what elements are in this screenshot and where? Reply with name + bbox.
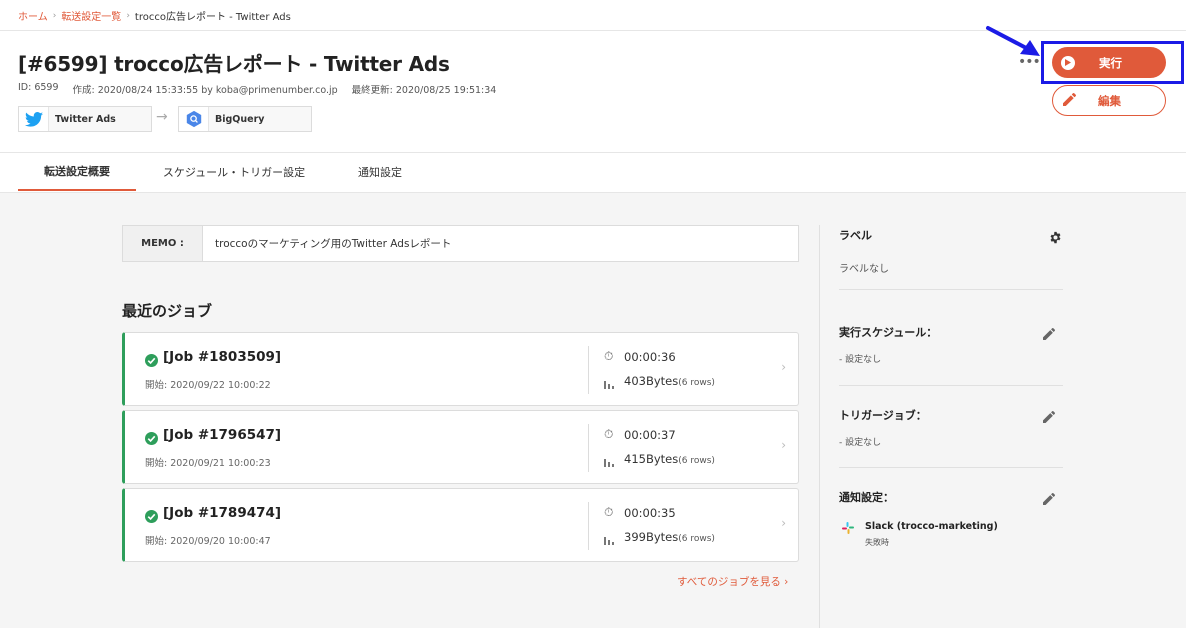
sidebar-divider	[819, 225, 820, 628]
job-card[interactable]: [Job #1796547] 開始: 2020/09/21 10:00:23 ⏱…	[122, 410, 799, 484]
meta-id: ID: 6599	[18, 82, 59, 93]
label-title: ラベル	[839, 229, 872, 242]
chevron-right-icon: ›	[781, 360, 786, 374]
stopwatch-icon: ⏱	[604, 427, 614, 441]
breadcrumb-separator-icon: ›	[52, 10, 57, 21]
job-bytes-value: 403Bytes	[624, 374, 679, 388]
job-title: [Job #1796547]	[163, 427, 282, 443]
meta-updated: 最終更新: 2020/08/25 19:51:34	[351, 85, 497, 96]
bar-chart-icon	[604, 530, 615, 549]
tab-bar: 転送設定概要 スケジュール・トリガー設定 通知設定	[18, 153, 428, 192]
meta-info: ID: 6599 作成: 2020/08/24 15:33:55 by koba…	[18, 82, 496, 96]
job-divider	[588, 424, 589, 472]
chevron-right-icon: ›	[781, 516, 786, 530]
source-connector[interactable]: Twitter Ads	[18, 106, 152, 132]
schedule-edit-pencil-icon[interactable]	[1043, 325, 1055, 344]
sidebar-hr	[839, 467, 1063, 468]
edit-button[interactable]: 編集	[1052, 85, 1166, 116]
job-card[interactable]: [Job #1803509] 開始: 2020/09/22 10:00:22 ⏱…	[122, 332, 799, 406]
bar-chart-icon	[604, 452, 615, 471]
schedule-title: 実行スケジュール：	[839, 326, 938, 339]
gear-icon[interactable]	[1049, 229, 1062, 248]
notify-title: 通知設定：	[839, 491, 894, 504]
run-button[interactable]: 実行	[1052, 47, 1166, 78]
job-title: [Job #1789474]	[163, 505, 282, 521]
notify-channel-name: Slack (trocco-marketing)	[865, 521, 998, 532]
job-start-time: 開始: 2020/09/21 10:00:23	[145, 458, 271, 469]
trigger-edit-pencil-icon[interactable]	[1043, 408, 1055, 427]
job-duration: 00:00:35	[624, 506, 676, 520]
destination-connector[interactable]: BigQuery	[178, 106, 312, 132]
sidebar-hr	[839, 385, 1063, 386]
recent-jobs-title: 最近のジョブ	[122, 302, 213, 320]
twitter-icon	[19, 107, 49, 131]
memo-label: MEMO :	[123, 226, 203, 261]
job-duration: 00:00:37	[624, 428, 676, 442]
breadcrumb-home-link[interactable]: ホーム	[18, 8, 48, 23]
tab-schedule-trigger[interactable]: スケジュール・トリガー設定	[136, 153, 332, 191]
check-circle-icon	[145, 508, 158, 527]
job-rows: (6 rows)	[678, 534, 715, 544]
trigger-value: - 設定なし	[839, 438, 882, 448]
breadcrumb-current: trocco広告レポート - Twitter Ads	[134, 12, 291, 23]
bigquery-icon	[179, 107, 209, 131]
edit-button-label: 編集	[1098, 95, 1121, 108]
arrow-right-icon: →	[156, 109, 168, 125]
breadcrumb: ホーム › 転送設定一覧 › trocco広告レポート - Twitter Ad…	[18, 8, 291, 24]
label-value: ラベルなし	[839, 264, 889, 275]
job-start-time: 開始: 2020/09/22 10:00:22	[145, 380, 271, 391]
schedule-value: - 設定なし	[839, 355, 882, 365]
run-button-label: 実行	[1099, 57, 1122, 70]
notify-condition: 失敗時	[865, 538, 889, 547]
sidebar-hr	[839, 289, 1063, 290]
breadcrumb-list-link[interactable]: 転送設定一覧	[61, 8, 121, 23]
memo-text: troccoのマーケティング用のTwitter Adsレポート	[215, 238, 452, 250]
pencil-icon	[1063, 92, 1076, 109]
meta-created: 作成: 2020/08/24 15:33:55 by koba@primenum…	[72, 85, 338, 96]
check-circle-icon	[145, 430, 158, 449]
bar-chart-icon	[604, 374, 615, 393]
job-rows: (6 rows)	[678, 456, 715, 466]
job-divider	[588, 502, 589, 550]
tab-overview[interactable]: 転送設定概要	[18, 153, 136, 191]
see-all-jobs-link[interactable]: すべてのジョブを見る ›	[677, 574, 788, 589]
job-bytes: 415Bytes(6 rows)	[624, 452, 715, 466]
job-title: [Job #1803509]	[163, 349, 282, 365]
breadcrumb-separator-icon: ›	[126, 10, 130, 21]
notify-edit-pencil-icon[interactable]	[1043, 490, 1055, 509]
trigger-title: トリガージョブ：	[839, 409, 927, 422]
job-bytes: 399Bytes(6 rows)	[624, 530, 715, 544]
job-bytes-value: 415Bytes	[624, 452, 679, 466]
memo-box: MEMO : troccoのマーケティング用のTwitter Adsレポート	[122, 225, 799, 262]
check-circle-icon	[145, 352, 158, 371]
job-divider	[588, 346, 589, 394]
stopwatch-icon: ⏱	[604, 349, 614, 363]
job-bytes: 403Bytes(6 rows)	[624, 374, 715, 388]
slack-icon	[842, 519, 854, 538]
job-card[interactable]: [Job #1789474] 開始: 2020/09/20 10:00:47 ⏱…	[122, 488, 799, 562]
chevron-right-icon: ›	[781, 438, 786, 452]
destination-connector-label: BigQuery	[215, 113, 265, 125]
stopwatch-icon: ⏱	[604, 505, 614, 519]
page-title: [#6599] trocco広告レポート - Twitter Ads	[18, 52, 450, 76]
tab-notification[interactable]: 通知設定	[332, 153, 428, 191]
source-connector-label: Twitter Ads	[55, 113, 116, 125]
job-bytes-value: 399Bytes	[624, 530, 679, 544]
annotation-arrow-icon	[986, 26, 1040, 56]
play-icon	[1061, 55, 1075, 70]
job-start-time: 開始: 2020/09/20 10:00:47	[145, 536, 271, 547]
job-duration: 00:00:36	[624, 350, 676, 364]
job-rows: (6 rows)	[678, 378, 715, 388]
